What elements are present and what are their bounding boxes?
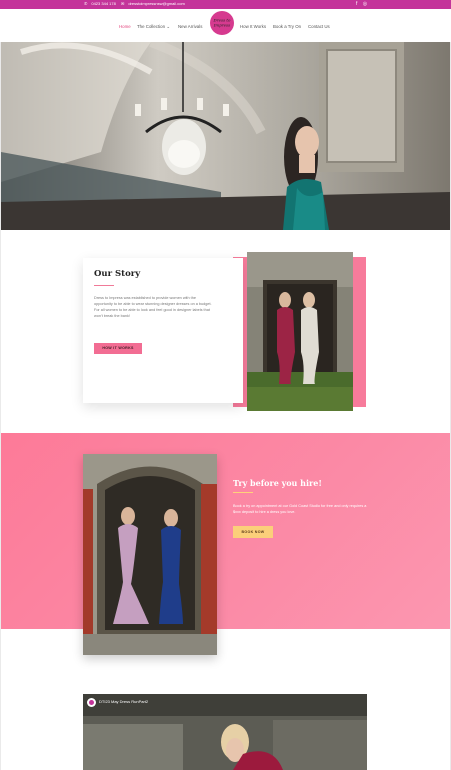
- phone-number[interactable]: 0423 344 178: [91, 1, 115, 6]
- site-header: Home The Collection ⌄ New Arrivals Dress…: [0, 9, 451, 42]
- nav-home[interactable]: Home: [119, 24, 131, 29]
- channel-avatar[interactable]: [87, 698, 96, 707]
- how-it-works-button[interactable]: HOW IT WORKS: [94, 343, 142, 354]
- story-photo-illustration: [247, 252, 353, 411]
- try-photo-illustration: [83, 454, 217, 655]
- contact-info: ✆ 0423 344 178 ✉ dresstoimpressnsw@gmail.c…: [84, 1, 189, 6]
- social-links: f ◎: [356, 1, 371, 7]
- try-divider: [233, 492, 253, 493]
- logo-script: Dress to Impress: [213, 18, 231, 28]
- facebook-icon[interactable]: f: [356, 1, 357, 7]
- top-contact-bar: ✆ 0423 344 178 ✉ dresstoimpressnsw@gmail.c…: [0, 0, 451, 9]
- logo-line-1: Dress to: [213, 18, 231, 23]
- book-now-button[interactable]: BOOK NOW: [233, 526, 273, 538]
- instagram-icon[interactable]: ◎: [363, 1, 367, 7]
- nav-new-arrivals[interactable]: New Arrivals: [178, 24, 202, 29]
- email-link[interactable]: dresstoimpressnsw@gmail.com: [128, 1, 185, 6]
- envelope-icon: ✉: [120, 1, 125, 6]
- nav-book-try-on[interactable]: Book a Try On: [273, 24, 301, 29]
- site-logo[interactable]: Dress to Impress: [210, 11, 234, 35]
- hero-image: [1, 42, 450, 230]
- our-story-text: Dress to Impress was established to prov…: [94, 296, 212, 318]
- try-title: Try before you hire!: [233, 478, 322, 488]
- try-before-hire-section: [1, 433, 450, 629]
- our-story-card: Our Story Dress to Impress was establish…: [83, 258, 243, 403]
- nav-the-collection-label: The Collection: [137, 24, 166, 29]
- chevron-down-icon: ⌄: [166, 24, 170, 29]
- our-story-title: Our Story: [94, 269, 141, 279]
- nav-contact-us[interactable]: Contact Us: [308, 24, 330, 29]
- hero-illustration: [1, 42, 450, 230]
- phone-icon: ✆: [84, 1, 88, 6]
- title-divider: [94, 285, 114, 286]
- channel-avatar-dot: [89, 700, 94, 705]
- video-embed[interactable]: DTI23 May Dress RunPart2: [83, 694, 367, 770]
- video-title[interactable]: DTI23 May Dress RunPart2: [99, 699, 148, 704]
- story-photo: [247, 252, 353, 411]
- logo-line-2: Impress: [213, 23, 230, 28]
- nav-the-collection[interactable]: The Collection ⌄: [137, 24, 170, 30]
- video-thumbnail: [83, 694, 367, 770]
- try-text: Book a try on appointment at our Gold Co…: [233, 504, 367, 514]
- try-photo: [83, 454, 217, 655]
- nav-how-it-works[interactable]: How It Works: [240, 24, 266, 29]
